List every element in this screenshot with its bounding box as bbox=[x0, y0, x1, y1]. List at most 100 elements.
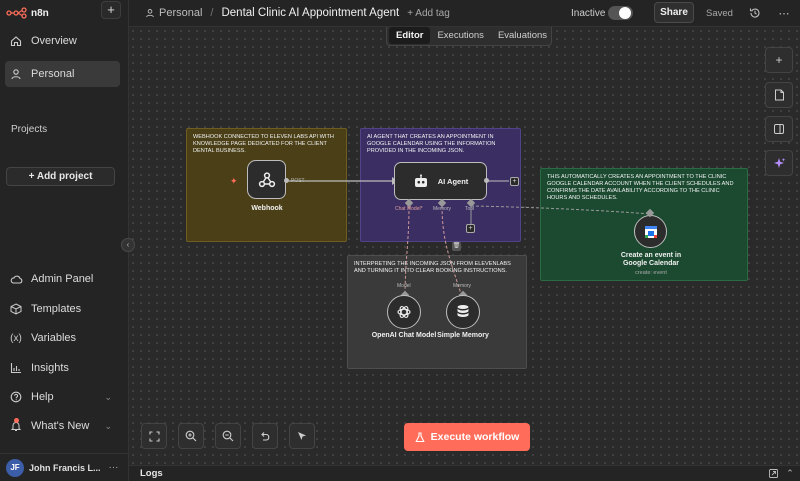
share-button[interactable]: Share bbox=[654, 2, 694, 23]
agent-output-port[interactable] bbox=[484, 178, 489, 183]
toggle-knob bbox=[619, 7, 631, 19]
sticky-note-icon bbox=[774, 89, 784, 101]
calendar-node-label-line2: Google Calendar bbox=[622, 260, 679, 267]
sidebar-item-label: Insights bbox=[31, 362, 69, 374]
delete-connection-icon[interactable]: 🗑 bbox=[452, 242, 461, 251]
breadcrumb: Personal / Dental Clinic AI Appointment … bbox=[145, 7, 450, 19]
more-options-icon[interactable]: ··· bbox=[109, 462, 119, 473]
sidebar-item-insights[interactable]: Insights bbox=[5, 355, 120, 381]
activate-toggle[interactable] bbox=[608, 6, 633, 20]
brand-name: n8n bbox=[31, 7, 49, 19]
undo-icon bbox=[261, 432, 270, 441]
add-node-button[interactable]: + bbox=[765, 47, 793, 73]
execute-workflow-label: Execute workflow bbox=[430, 431, 520, 443]
box-icon bbox=[9, 302, 23, 316]
add-sticky-button[interactable] bbox=[765, 82, 793, 108]
simple-memory-node[interactable] bbox=[446, 295, 480, 329]
sidebar-item-label: Help bbox=[31, 391, 54, 403]
sidebar-item-overview[interactable]: Overview bbox=[5, 28, 120, 54]
pointer-icon bbox=[298, 432, 306, 440]
sidebar-item-admin-panel[interactable]: Admin Panel bbox=[5, 266, 120, 292]
memory-node-label: Simple Memory bbox=[437, 332, 489, 339]
active-state-label: Inactive bbox=[571, 8, 606, 19]
sidebar-item-help[interactable]: Help ⌄ bbox=[5, 384, 120, 410]
new-item-button[interactable]: + bbox=[101, 1, 121, 19]
fit-view-button[interactable] bbox=[141, 423, 167, 449]
breadcrumb-project-label: Personal bbox=[159, 7, 203, 19]
calendar-node-subtitle: create: event bbox=[635, 270, 667, 276]
webhook-node-label: Webhook bbox=[251, 205, 283, 212]
sidebar-item-whats-new[interactable]: What's New ⌄ bbox=[5, 413, 120, 439]
chevron-left-icon: ‹ bbox=[126, 240, 130, 249]
user-menu[interactable]: JF John Francis L... ··· bbox=[0, 453, 129, 481]
workflow-name[interactable]: Dental Clinic AI Appointment Agent bbox=[221, 7, 399, 19]
history-icon[interactable] bbox=[748, 6, 762, 20]
undo-button[interactable] bbox=[252, 423, 278, 449]
panel-icon bbox=[774, 124, 784, 134]
add-next-node-button[interactable]: + bbox=[510, 177, 519, 186]
zoom-out-button[interactable] bbox=[215, 423, 241, 449]
chevron-down-icon: ⌄ bbox=[104, 420, 112, 431]
sidebar-item-label: Admin Panel bbox=[31, 273, 94, 285]
tab-evaluations[interactable]: Evaluations bbox=[491, 27, 554, 44]
help-icon bbox=[9, 390, 23, 404]
openai-chat-model-node[interactable] bbox=[387, 295, 421, 329]
toggle-panel-button[interactable] bbox=[765, 116, 793, 142]
breadcrumb-project[interactable]: Personal bbox=[145, 7, 202, 19]
chevron-down-icon: ⌄ bbox=[104, 391, 112, 402]
sparkle-icon bbox=[773, 157, 785, 168]
webhook-port-label: POST bbox=[291, 178, 305, 184]
google-calendar-icon bbox=[644, 225, 657, 238]
chart-icon bbox=[9, 361, 23, 375]
ai-assistant-button[interactable] bbox=[765, 150, 793, 176]
calendar-node-label-line1: Create an event in bbox=[620, 252, 682, 259]
home-icon bbox=[9, 34, 23, 48]
add-tag-button[interactable]: + Add tag bbox=[407, 8, 450, 19]
webhook-node[interactable] bbox=[247, 160, 286, 199]
popout-icon[interactable] bbox=[768, 468, 778, 478]
plus-icon: + bbox=[775, 53, 783, 67]
user-name: John Francis L... bbox=[29, 462, 101, 473]
sidebar: n8n + Overview Personal Projects + Add p… bbox=[0, 0, 135, 481]
sidebar-item-label: Overview bbox=[31, 35, 77, 47]
google-calendar-node[interactable] bbox=[634, 215, 667, 248]
tab-editor[interactable]: Editor bbox=[389, 27, 431, 44]
ai-agent-node[interactable]: AI Agent bbox=[394, 162, 487, 200]
cloud-icon bbox=[9, 272, 23, 286]
zoom-in-icon bbox=[185, 430, 197, 442]
execute-workflow-button[interactable]: Execute workflow bbox=[404, 423, 530, 451]
webhook-output-port[interactable] bbox=[284, 178, 289, 183]
sidebar-item-label: Variables bbox=[31, 332, 77, 344]
collapse-sidebar-button[interactable]: ‹ bbox=[121, 238, 135, 252]
select-mode-button[interactable] bbox=[289, 423, 315, 449]
avatar: JF bbox=[6, 458, 24, 477]
sidebar-item-templates[interactable]: Templates bbox=[5, 296, 120, 322]
save-state: Saved bbox=[706, 8, 733, 19]
more-options-icon[interactable]: ⋯ bbox=[777, 6, 791, 20]
sidebar-item-label: Templates bbox=[31, 303, 82, 315]
app-root: n8n + Overview Personal Projects + Add p… bbox=[0, 0, 800, 481]
workflow-canvas[interactable]: Editor Executions Evaluations Webhook co… bbox=[129, 27, 800, 465]
chevron-up-icon[interactable]: ⌃ bbox=[785, 468, 795, 478]
sidebar-item-variables[interactable]: (x) Variables bbox=[5, 325, 120, 351]
sticky-note-model[interactable]: Interpreting the incoming JSON from elev… bbox=[347, 255, 527, 369]
sidebar-item-personal[interactable]: Personal bbox=[5, 61, 120, 87]
add-tool-button[interactable]: + bbox=[466, 224, 475, 233]
add-project-button[interactable]: + Add project bbox=[6, 167, 115, 186]
openai-icon bbox=[397, 306, 411, 318]
trigger-bolt-icon: ✦ bbox=[230, 176, 238, 186]
tool-port-label: Tool bbox=[465, 206, 475, 212]
projects-heading: Projects bbox=[11, 124, 48, 135]
breadcrumb-separator: / bbox=[210, 7, 214, 19]
logs-panel[interactable]: Logs ⌃ bbox=[129, 465, 800, 481]
sidebar-item-label: Personal bbox=[31, 68, 75, 80]
zoom-in-button[interactable] bbox=[178, 423, 204, 449]
robot-icon bbox=[414, 173, 427, 187]
memory-node-port-label: Memory bbox=[453, 283, 472, 289]
memory-port-label: Memory bbox=[433, 206, 452, 212]
webhook-icon bbox=[258, 171, 275, 187]
tab-executions[interactable]: Executions bbox=[430, 27, 490, 44]
ai-agent-node-label: AI Agent bbox=[437, 176, 469, 186]
n8n-logo-icon bbox=[6, 7, 27, 19]
notification-dot bbox=[14, 418, 19, 423]
